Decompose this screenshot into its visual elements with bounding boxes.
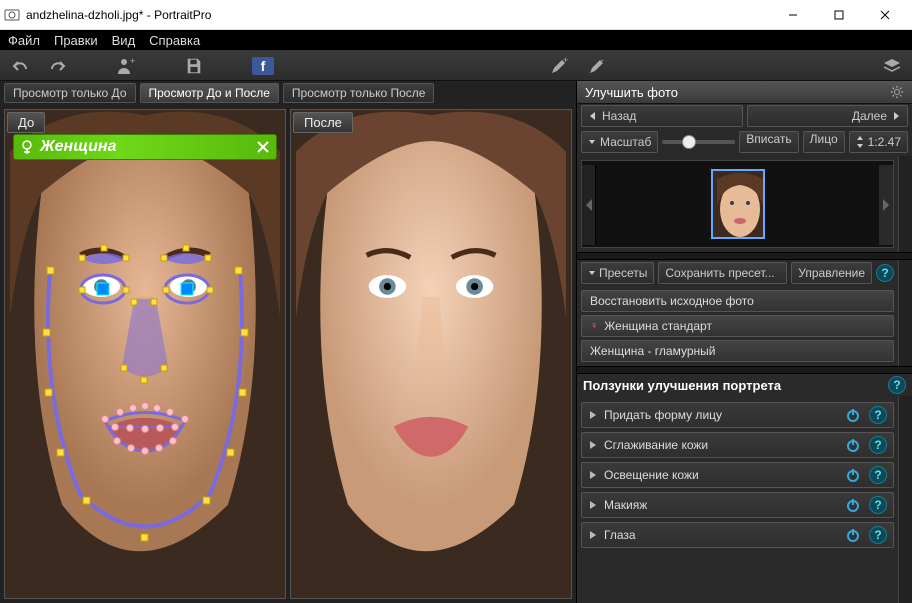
power-icon[interactable]	[845, 437, 861, 453]
face-thumbnail[interactable]	[711, 169, 765, 239]
chevron-down-icon	[588, 138, 596, 146]
menu-bar: Файл Правки Вид Справка	[0, 30, 912, 51]
slider-help-icon[interactable]: ?	[869, 496, 887, 514]
panel-title: Улучшить фото	[585, 85, 678, 100]
view-mode-tabs: Просмотр только До Просмотр До и После П…	[0, 81, 576, 105]
svg-text:+: +	[563, 56, 568, 65]
add-person-button[interactable]: +	[116, 56, 136, 76]
zoom-slider[interactable]	[662, 131, 735, 153]
layers-button[interactable]	[882, 56, 902, 76]
expand-icon	[588, 500, 598, 510]
back-button[interactable]: Назад	[581, 105, 743, 127]
fit-button[interactable]: Вписать	[739, 131, 798, 153]
zoom-dropdown[interactable]: Масштаб	[581, 131, 658, 153]
svg-text:-: -	[601, 56, 604, 65]
undo-button[interactable]	[10, 56, 30, 76]
preset-scrollbar[interactable]	[898, 260, 912, 366]
arrow-right-icon	[891, 111, 901, 121]
save-preset-button[interactable]: Сохранить пресет...	[658, 262, 787, 284]
slider-makeup[interactable]: Макияж ?	[581, 492, 894, 518]
image-pane-after[interactable]: После	[290, 109, 572, 599]
female-icon	[20, 140, 34, 154]
window-titlebar: andzhelina-dzholi.jpg* - PortraitPro	[0, 0, 912, 30]
slider-help-icon[interactable]: ?	[869, 466, 887, 484]
chevron-down-icon	[588, 269, 596, 277]
preset-item-glam[interactable]: Женщина - гламурный	[581, 340, 894, 362]
before-label: До	[7, 112, 45, 133]
preset-list: Восстановить исходное фото ♀Женщина стан…	[577, 286, 898, 366]
sliders-section-title: Ползунки улучшения портрета	[583, 378, 781, 393]
menu-view[interactable]: Вид	[112, 33, 136, 48]
expand-icon	[588, 470, 598, 480]
menu-help[interactable]: Справка	[149, 33, 200, 48]
brush-plus-button[interactable]: +	[549, 56, 569, 76]
app-icon	[4, 7, 20, 23]
arrow-left-icon	[588, 111, 598, 121]
image-pane-before[interactable]: До Женщин	[4, 109, 286, 599]
expand-icon	[588, 410, 598, 420]
face-thumbnails	[581, 160, 894, 248]
face-button[interactable]: Лицо	[803, 131, 845, 153]
slider-list: Придать форму лицу ? Сглаживание кожи ? …	[577, 396, 898, 603]
svg-text:+: +	[130, 56, 135, 66]
slider-skin-light[interactable]: Освещение кожи ?	[581, 462, 894, 488]
window-minimize-button[interactable]	[770, 0, 816, 30]
thumb-nav-prev[interactable]	[582, 165, 596, 245]
presets-help-icon[interactable]: ?	[876, 264, 894, 282]
sliders-scrollbar[interactable]	[898, 396, 912, 603]
main-toolbar: + f + -	[0, 51, 912, 81]
gender-label: Женщина	[40, 138, 116, 156]
preset-item-standard[interactable]: ♀Женщина стандарт	[581, 315, 894, 337]
gender-tag[interactable]: Женщина	[13, 134, 277, 160]
right-panel: Улучшить фото Назад Далее Масштаб Вписат…	[577, 81, 912, 603]
stepper-arrows-icon	[856, 135, 864, 149]
power-icon[interactable]	[845, 497, 861, 513]
menu-edit[interactable]: Правки	[54, 33, 98, 48]
window-title: andzhelina-dzholi.jpg* - PortraitPro	[26, 8, 770, 22]
window-maximize-button[interactable]	[816, 0, 862, 30]
menu-file[interactable]: Файл	[8, 33, 40, 48]
power-icon[interactable]	[845, 527, 861, 543]
slider-eyes[interactable]: Глаза ?	[581, 522, 894, 548]
redo-button[interactable]	[48, 56, 68, 76]
female-icon: ♀	[590, 320, 598, 332]
tab-after-only[interactable]: Просмотр только После	[283, 83, 435, 103]
facebook-button[interactable]: f	[252, 57, 274, 75]
slider-skin-smooth[interactable]: Сглаживание кожи ?	[581, 432, 894, 458]
gender-tag-close-icon[interactable]	[256, 140, 270, 154]
preset-item-restore[interactable]: Восстановить исходное фото	[581, 290, 894, 312]
face-photo-after	[291, 110, 571, 598]
panel-header: Улучшить фото	[577, 81, 912, 104]
expand-icon	[588, 440, 598, 450]
slider-face-sculpt[interactable]: Придать форму лицу ?	[581, 402, 894, 428]
thumbnail-scrollbar[interactable]	[898, 156, 912, 252]
slider-help-icon[interactable]: ?	[869, 436, 887, 454]
after-label: После	[293, 112, 353, 133]
sliders-help-icon[interactable]: ?	[888, 376, 906, 394]
save-button[interactable]	[184, 56, 204, 76]
face-mesh-overlay[interactable]	[5, 110, 285, 598]
expand-icon	[588, 530, 598, 540]
manage-presets-button[interactable]: Управление	[791, 262, 872, 284]
zoom-ratio-stepper[interactable]: 1:2.47	[849, 131, 908, 153]
presets-dropdown[interactable]: Пресеты	[581, 262, 654, 284]
power-icon[interactable]	[845, 407, 861, 423]
tab-before-only[interactable]: Просмотр только До	[4, 83, 136, 103]
next-button[interactable]: Далее	[747, 105, 909, 127]
settings-icon[interactable]	[890, 85, 904, 99]
window-close-button[interactable]	[862, 0, 908, 30]
thumb-nav-next[interactable]	[879, 165, 893, 245]
power-icon[interactable]	[845, 467, 861, 483]
brush-minus-button[interactable]: -	[587, 56, 607, 76]
tab-before-after[interactable]: Просмотр До и После	[140, 83, 279, 103]
slider-help-icon[interactable]: ?	[869, 526, 887, 544]
slider-help-icon[interactable]: ?	[869, 406, 887, 424]
